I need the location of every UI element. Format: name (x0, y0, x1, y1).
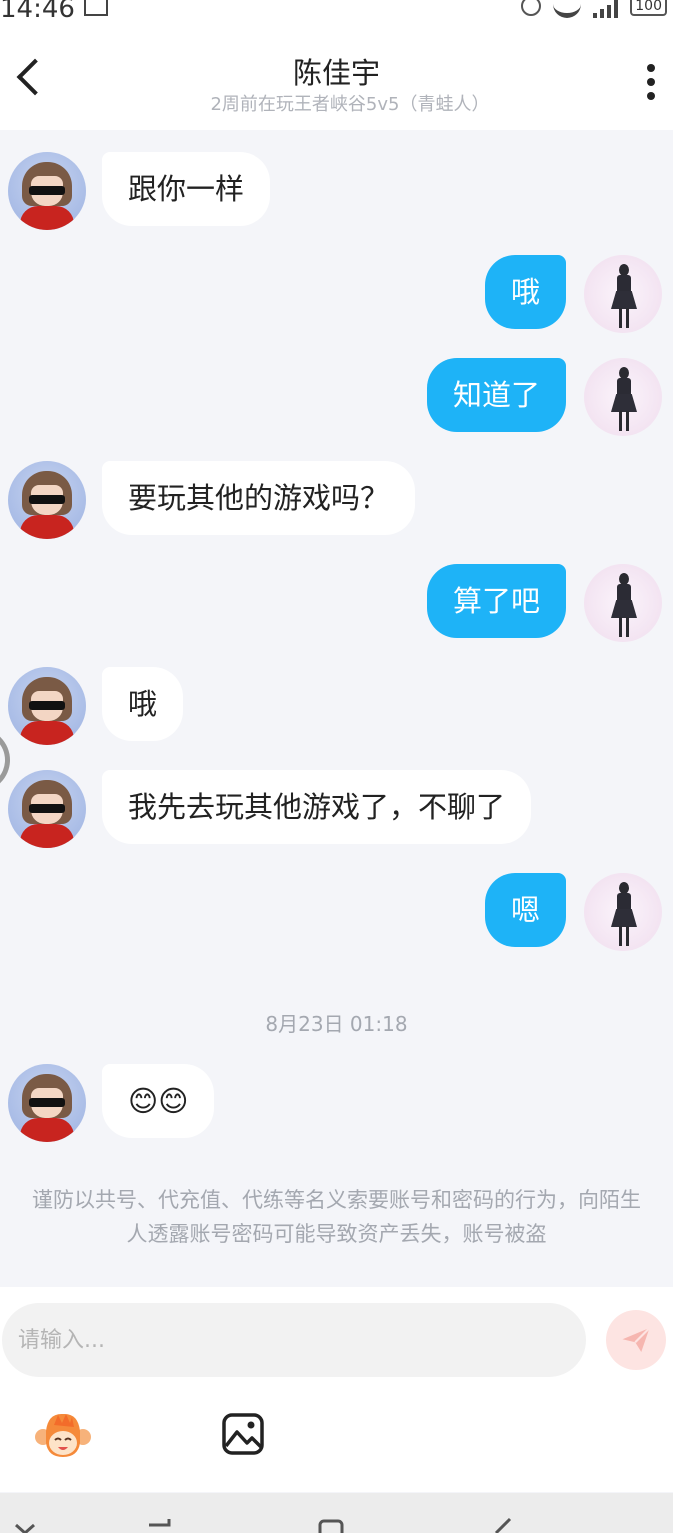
contact-status: 2周前在玩王者峡谷5v5（青蛙人） (210, 94, 490, 115)
floating-handle[interactable] (0, 728, 10, 792)
input-area (0, 1287, 673, 1492)
outgoing-message[interactable]: 嗯 (484, 873, 566, 947)
more-vertical-icon[interactable] (647, 64, 655, 100)
data-saver-icon (521, 0, 542, 16)
my-avatar[interactable] (584, 358, 662, 436)
my-avatar[interactable] (584, 564, 662, 642)
monkey-emoji-icon[interactable] (34, 1409, 92, 1461)
gallery-notification-icon (84, 0, 108, 16)
outgoing-message[interactable]: 知道了 (426, 358, 566, 432)
contact-avatar[interactable] (8, 770, 86, 848)
collapse-icon[interactable] (12, 1515, 38, 1533)
home-nav-icon[interactable] (318, 1515, 344, 1533)
system-nav-bar (0, 1493, 673, 1533)
outgoing-message[interactable]: 哦 (484, 255, 566, 329)
contact-name: 陈佳宇 (292, 56, 380, 90)
back-nav-icon[interactable] (145, 1515, 171, 1533)
recents-nav-icon[interactable] (490, 1515, 516, 1533)
contact-avatar[interactable] (8, 1064, 86, 1142)
send-icon (622, 1327, 651, 1352)
security-notice: 谨防以共号、代充值、代练等名义索要账号和密码的行为，向陌生人透露账号密码可能导致… (32, 1188, 641, 1246)
outgoing-message[interactable]: 算了吧 (426, 564, 566, 638)
message-timestamp: 8月23日 01:18 (265, 1012, 408, 1036)
message-list[interactable]: 跟你一样 哦 知道了 要玩其他的游戏吗？ 算了吧 哦 我先去玩其他游戏了，不聊了… (0, 130, 673, 1287)
signal-icon (593, 0, 619, 18)
wifi-icon (553, 0, 582, 18)
image-icon[interactable] (221, 1412, 265, 1456)
message-input[interactable] (2, 1303, 586, 1377)
send-button[interactable] (606, 1310, 666, 1370)
contact-avatar[interactable] (8, 152, 86, 230)
status-bar: 14:46 100 (0, 0, 673, 24)
incoming-message[interactable]: 跟你一样 (102, 152, 271, 226)
my-avatar[interactable] (584, 873, 662, 951)
battery-icon: 100 (630, 0, 667, 16)
chat-header: 陈佳宇 2周前在玩王者峡谷5v5（青蛙人） (0, 22, 673, 130)
my-avatar[interactable] (584, 255, 662, 333)
incoming-message[interactable]: 要玩其他的游戏吗？ (102, 461, 416, 535)
contact-avatar[interactable] (8, 461, 86, 539)
contact-avatar[interactable] (8, 667, 86, 745)
status-time: 14:46 (0, 0, 75, 24)
status-icons: 100 (521, 0, 667, 18)
incoming-message[interactable]: 😊😊 (102, 1064, 215, 1138)
incoming-message[interactable]: 哦 (102, 667, 184, 741)
incoming-message[interactable]: 我先去玩其他游戏了，不聊了 (102, 770, 532, 844)
